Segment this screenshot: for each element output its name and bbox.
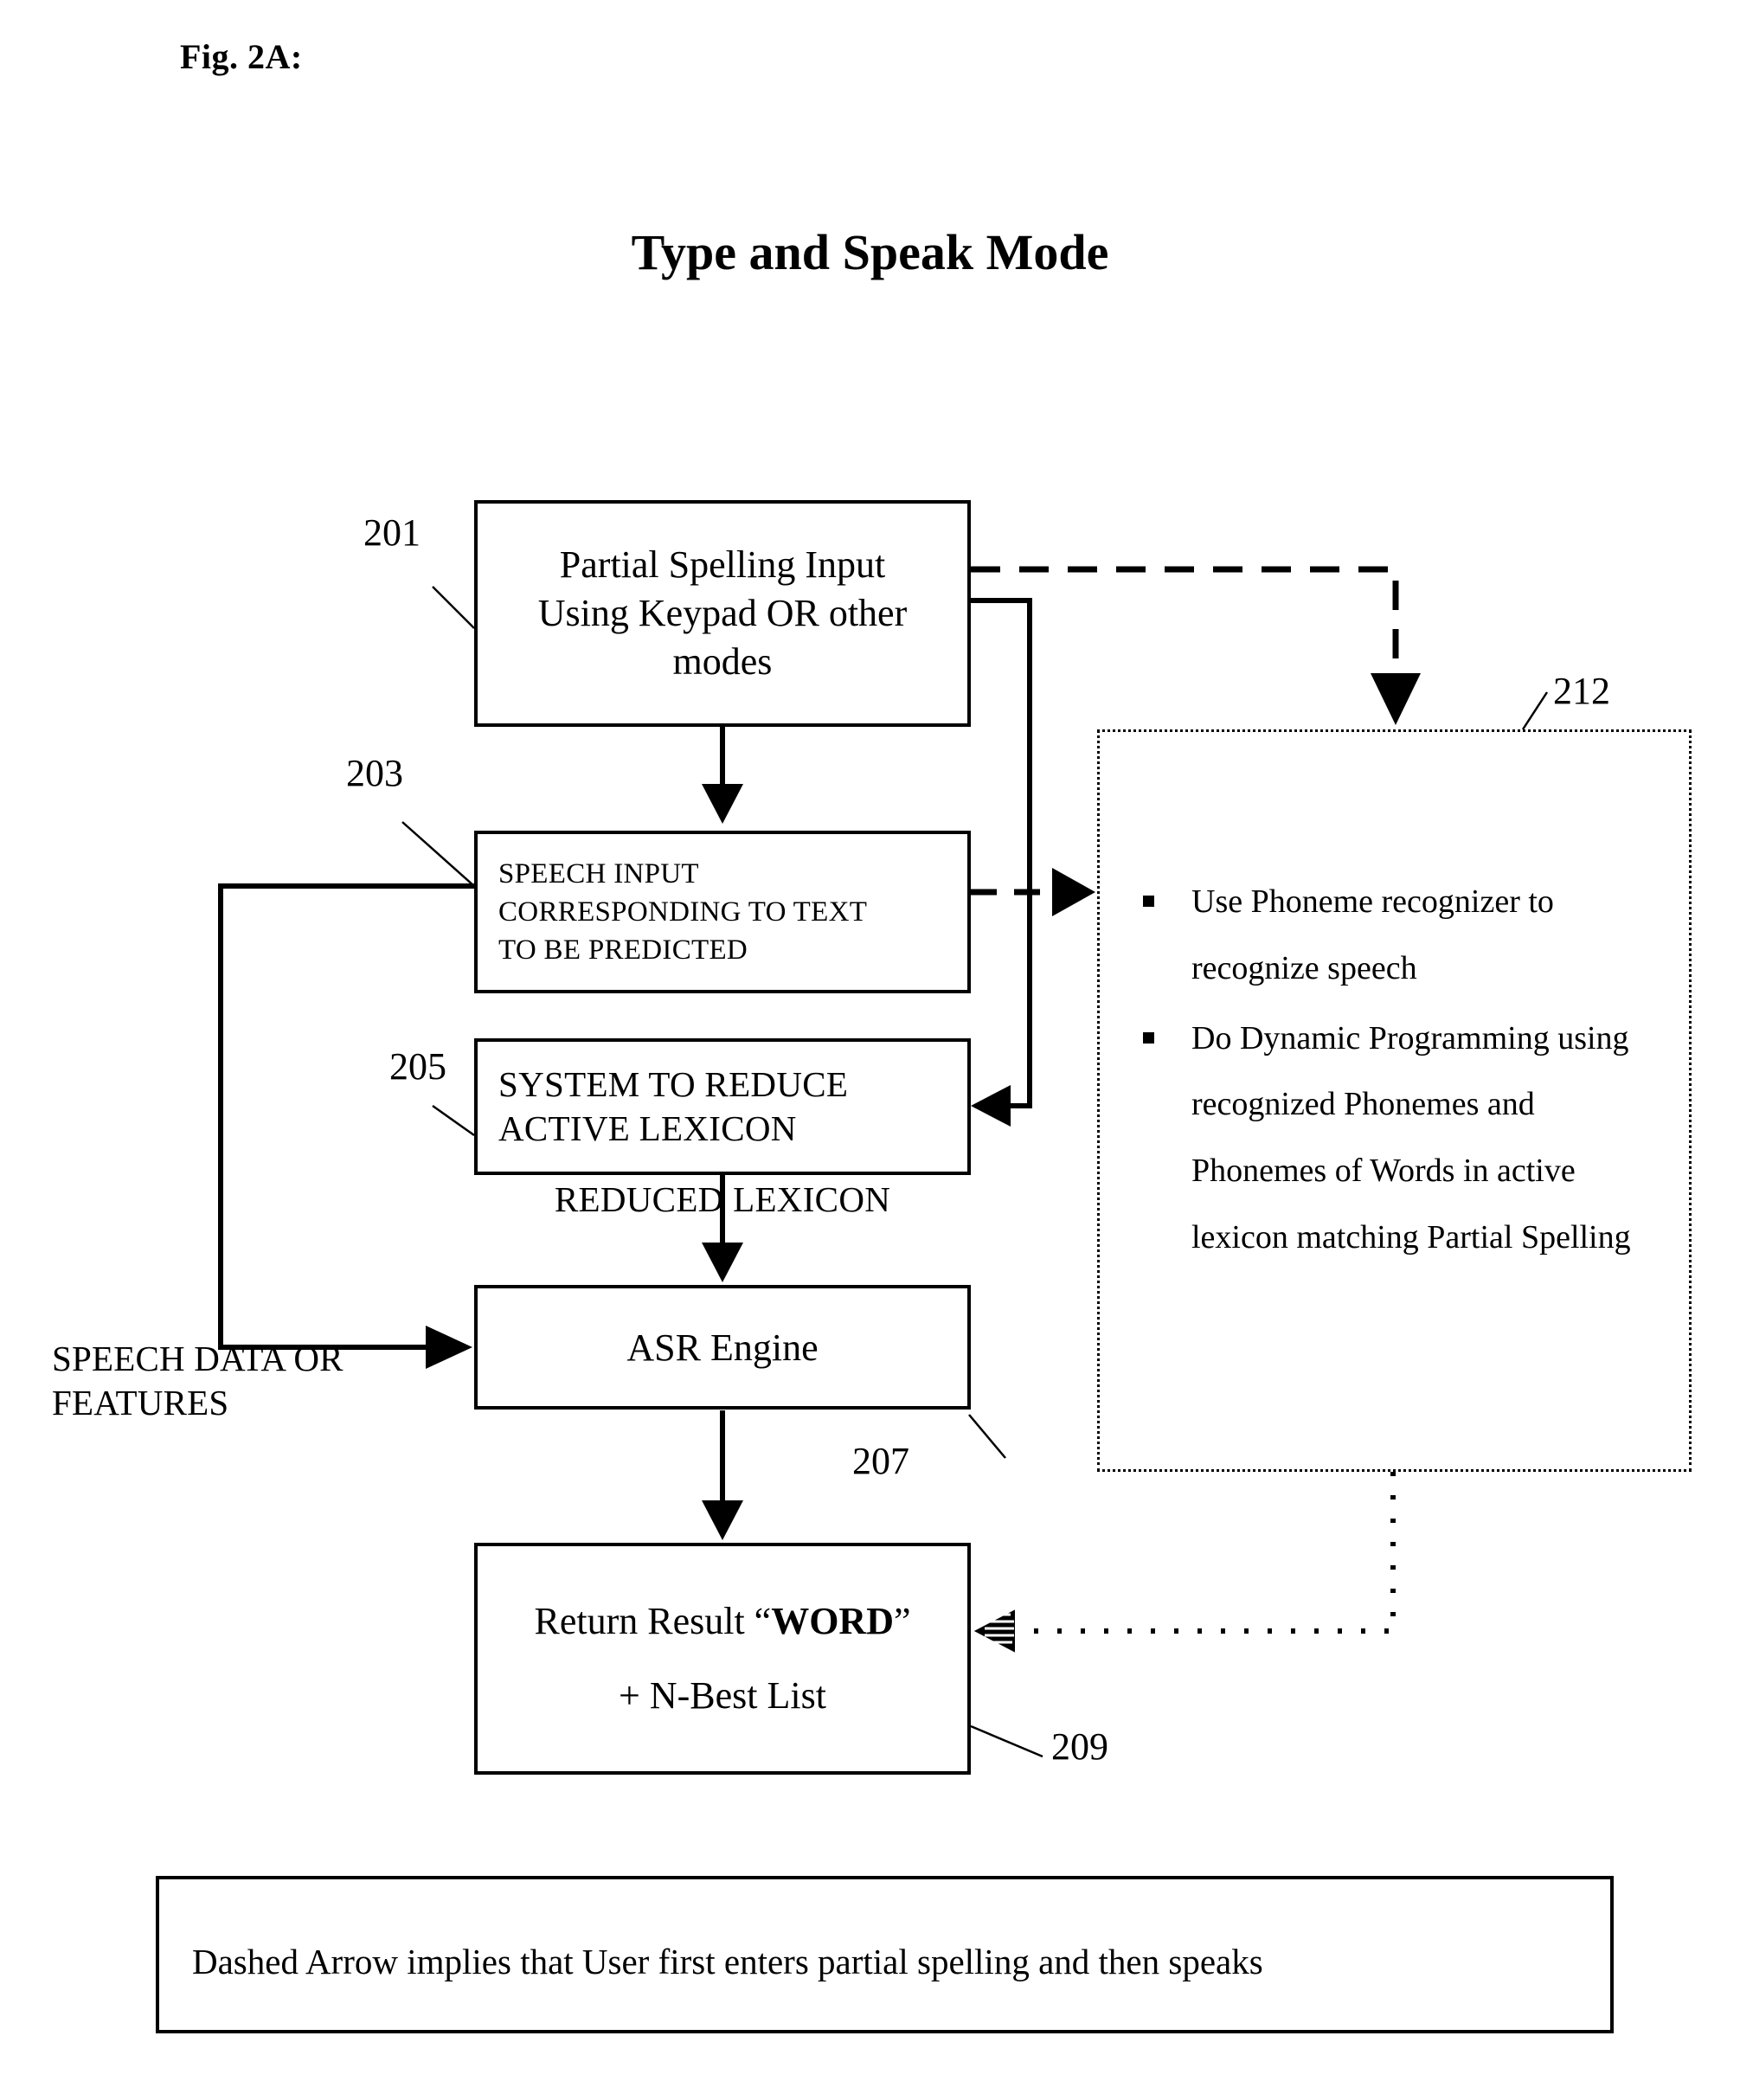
refnum-207: 207 [852,1440,909,1482]
node-partial-spelling-input[interactable]: Partial Spelling Input Using Keypad OR o… [474,500,971,727]
node-209-word: WORD [771,1600,894,1642]
square-bullet-icon [1143,1031,1154,1044]
node-207-label: ASR Engine [626,1326,819,1369]
list-item: Use Phoneme recognizer to recognize spee… [1143,869,1677,1002]
edge-203-to-207-feedback [218,883,474,1369]
panel-212-bullet-list: Use Phoneme recognizer to recognize spee… [1143,869,1677,1275]
node-209-line2: + N-Best List [619,1674,826,1717]
edge-201-to-203 [702,727,743,824]
list-item: Do Dynamic Programming using recognized … [1143,1005,1677,1271]
legend-text: Dashed Arrow implies that User first ent… [192,1942,1263,1981]
node-speech-input[interactable]: SPEECH INPUT CORRESPONDING TO TEXT TO BE… [474,831,971,993]
refnum-201: 201 [363,511,421,554]
node-203-line3: TO BE PREDICTED [498,934,748,967]
node-203-text: SPEECH INPUT CORRESPONDING TO TEXT TO BE… [478,855,967,970]
edge-212-to-209-dotted [973,1472,1396,1653]
node-205-line1: SYSTEM TO REDUCE [498,1064,849,1105]
refnum-212: 212 [1553,670,1610,712]
node-205-line2: ACTIVE LEXICON [498,1108,797,1148]
node-209-text: Return Result “WORD” + N-Best List [478,1602,967,1715]
panel-phoneme-processing[interactable]: Use Phoneme recognizer to recognize spee… [1097,729,1692,1472]
edge-201-to-205 [971,598,1032,1127]
edge-label-speech-data-or-features: SPEECH DATA OR FEATURES [52,1337,459,1426]
node-201-line2: Using Keypad OR other [537,592,908,635]
page-title: Type and Speak Mode [631,224,1109,280]
node-203-line1: SPEECH INPUT [498,857,699,889]
figure-label: Fig. 2A: [180,37,303,76]
panel-212-bullet-2: Do Dynamic Programming using recognized … [1191,1019,1631,1256]
speech-data-line1: SPEECH DATA OR [52,1339,344,1378]
node-209-line1-suffix: ” [893,1600,911,1642]
refnum-203: 203 [346,752,403,794]
node-201-text: Partial Spelling Input Using Keypad OR o… [478,541,967,686]
node-205-text: SYSTEM TO REDUCE ACTIVE LEXICON [478,1063,967,1151]
refnum-209: 209 [1051,1725,1108,1768]
node-201-line3: modes [672,639,773,683]
node-203-line2: CORRESPONDING TO TEXT [498,896,868,928]
edge-201-to-212-dashed [971,566,1421,725]
node-209-line1-prefix: Return Result “ [534,1600,772,1642]
node-asr-engine[interactable]: ASR Engine [474,1285,971,1410]
speech-data-line2: FEATURES [52,1383,229,1423]
edge-207-to-209 [702,1410,743,1540]
node-system-to-reduce-active-lexicon[interactable]: SYSTEM TO REDUCE ACTIVE LEXICON [474,1038,971,1175]
node-201-line1: Partial Spelling Input [559,543,886,587]
refnum-205: 205 [389,1045,446,1088]
edge-203-to-212-dashed [971,868,1095,916]
figure-page: Fig. 2A: Type and Speak Mode Partial Spe… [0,0,1740,2100]
node-return-result[interactable]: Return Result “WORD” + N-Best List [474,1543,971,1775]
square-bullet-icon [1143,896,1154,907]
edge-label-reduced-lexicon: REDUCED LEXICON [554,1179,891,1219]
panel-212-bullet-1: Use Phoneme recognizer to recognize spee… [1191,883,1554,986]
